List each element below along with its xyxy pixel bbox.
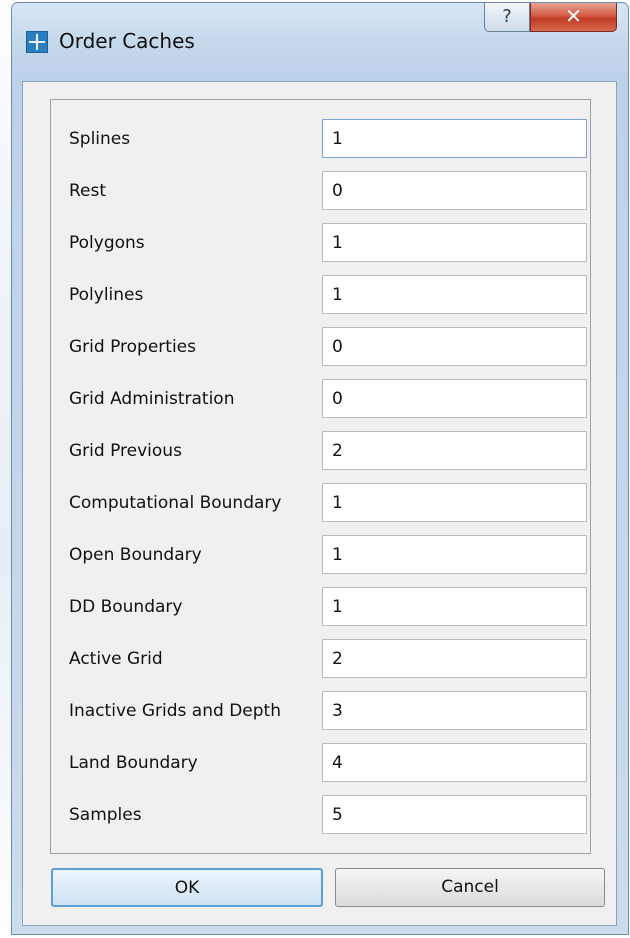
help-button[interactable]: ? (484, 3, 530, 32)
field-row-grid-properties: Grid Properties (51, 327, 590, 366)
field-row-inactive-grids-and-depth: Inactive Grids and Depth (51, 691, 590, 730)
field-label: Land Boundary (69, 753, 198, 773)
polylines-input[interactable] (322, 275, 587, 314)
field-row-grid-administration: Grid Administration (51, 379, 590, 418)
field-row-polygons: Polygons (51, 223, 590, 262)
field-label: Inactive Grids and Depth (69, 701, 281, 721)
inactive-grids-and-depth-input[interactable] (322, 691, 587, 730)
computational-boundary-input[interactable] (322, 483, 587, 522)
cache-order-group: Splines Rest Polygons Polylines Grid Pro… (50, 99, 591, 854)
dialog-title: Order Caches (59, 29, 195, 53)
field-row-rest: Rest (51, 171, 590, 210)
field-row-splines: Splines (51, 119, 590, 158)
field-row-grid-previous: Grid Previous (51, 431, 590, 470)
question-mark-icon: ? (502, 6, 512, 27)
grid-properties-input[interactable] (322, 327, 587, 366)
active-grid-input[interactable] (322, 639, 587, 678)
ok-button[interactable]: OK (51, 868, 323, 907)
field-row-polylines: Polylines (51, 275, 590, 314)
title-bar[interactable]: Order Caches ? ✕ (12, 3, 628, 81)
field-label: Polygons (69, 233, 145, 253)
order-caches-dialog: Order Caches ? ✕ Splines Rest Polygons P… (11, 2, 629, 935)
open-boundary-input[interactable] (322, 535, 587, 574)
field-row-active-grid: Active Grid (51, 639, 590, 678)
grid-previous-input[interactable] (322, 431, 587, 470)
polygons-input[interactable] (322, 223, 587, 262)
field-label: Computational Boundary (69, 493, 282, 513)
field-row-samples: Samples (51, 795, 590, 834)
field-row-land-boundary: Land Boundary (51, 743, 590, 782)
field-label: Grid Properties (69, 337, 196, 357)
field-label: Samples (69, 805, 142, 825)
field-label: Active Grid (69, 649, 163, 669)
field-row-dd-boundary: DD Boundary (51, 587, 590, 626)
close-x-icon: ✕ (565, 4, 582, 28)
splines-input[interactable] (322, 119, 587, 158)
dd-boundary-input[interactable] (322, 587, 587, 626)
samples-input[interactable] (322, 795, 587, 834)
field-label: Splines (69, 129, 131, 149)
field-label: Open Boundary (69, 545, 202, 565)
field-label: Rest (69, 181, 107, 201)
field-row-open-boundary: Open Boundary (51, 535, 590, 574)
rest-input[interactable] (322, 171, 587, 210)
field-label: Polylines (69, 285, 144, 305)
grid-administration-input[interactable] (322, 379, 587, 418)
dialog-client-area: Splines Rest Polygons Polylines Grid Pro… (22, 81, 617, 926)
land-boundary-input[interactable] (322, 743, 587, 782)
cancel-button[interactable]: Cancel (335, 868, 605, 907)
field-row-computational-boundary: Computational Boundary (51, 483, 590, 522)
field-label: Grid Previous (69, 441, 182, 461)
field-label: Grid Administration (69, 389, 235, 409)
field-label: DD Boundary (69, 597, 183, 617)
close-button[interactable]: ✕ (530, 3, 617, 32)
app-grid-icon (26, 31, 48, 53)
